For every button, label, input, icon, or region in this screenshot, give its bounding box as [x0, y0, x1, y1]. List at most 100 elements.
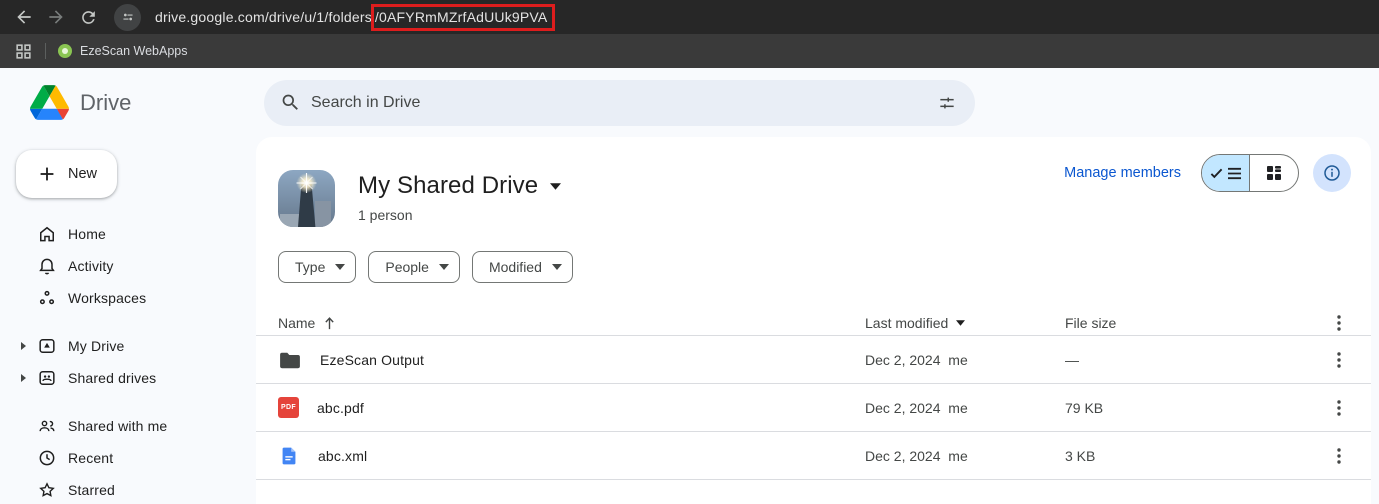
file-size: 3 KB: [1065, 448, 1315, 464]
chip-label: Type: [295, 259, 325, 275]
sidebar-item-activity[interactable]: Activity: [0, 250, 256, 282]
details-info-button[interactable]: [1313, 154, 1351, 192]
star-icon: [36, 480, 58, 500]
file-modified: Dec 2, 2024 me: [865, 352, 1065, 368]
sidebar: New Home Activity: [0, 137, 256, 504]
page-title: My Shared Drive: [358, 172, 538, 200]
reload-icon[interactable]: [74, 3, 102, 31]
manage-members-link[interactable]: Manage members: [1064, 165, 1181, 181]
file-name: abc.pdf: [317, 400, 364, 416]
site-info-icon[interactable]: [114, 4, 141, 31]
filter-chip-modified[interactable]: Modified: [472, 251, 573, 283]
list-view-button[interactable]: [1202, 155, 1250, 191]
table-options-kebab-icon[interactable]: [1321, 305, 1357, 341]
ezescan-favicon: [58, 44, 72, 58]
clock-icon: [36, 448, 58, 468]
view-toggle: [1201, 154, 1299, 192]
url-folder-id-highlight: /0AFYRmMZrfAdUUk9PVA: [371, 4, 556, 31]
members-count: 1 person: [358, 207, 561, 223]
file-name: abc.xml: [318, 448, 367, 464]
sidebar-item-label: Shared with me: [68, 418, 167, 434]
search-input[interactable]: [311, 94, 917, 112]
file-size: 79 KB: [1065, 400, 1315, 416]
column-label: File size: [1065, 315, 1116, 331]
sort-ascending-icon: [323, 316, 336, 330]
folder-icon: [278, 348, 302, 372]
file-row-ezescan-output[interactable]: EzeScan Output Dec 2, 2024 me —: [256, 336, 1371, 384]
drive-app: Drive New: [0, 68, 1379, 504]
new-button-label: New: [68, 166, 97, 182]
people-icon: [36, 416, 58, 436]
apps-grid-icon[interactable]: [14, 42, 33, 61]
column-header-size[interactable]: File size: [1065, 315, 1315, 331]
bookmarks-bar: EzeScan WebApps: [0, 34, 1379, 68]
new-button[interactable]: New: [16, 150, 117, 198]
drive-title-menu[interactable]: My Shared Drive: [358, 172, 561, 200]
url-folder-id: /0AFYRmMZrfAdUUk9PVA: [375, 9, 548, 25]
check-icon: [1210, 167, 1223, 180]
row-kebab-icon[interactable]: [1321, 342, 1357, 378]
filter-chips: Type People Modified: [278, 251, 1371, 283]
file-row-abc-xml[interactable]: abc.xml Dec 2, 2024 me 3 KB: [256, 432, 1371, 480]
shared-drive-avatar[interactable]: [278, 170, 335, 227]
sidebar-item-label: Starred: [68, 482, 115, 498]
url-prefix: drive.google.com/drive/u/1/folders: [155, 9, 372, 25]
sidebar-item-label: Workspaces: [68, 290, 146, 306]
filter-chip-type[interactable]: Type: [278, 251, 356, 283]
search-filters-icon[interactable]: [927, 83, 967, 123]
title-block: My Shared Drive 1 person: [358, 170, 561, 223]
content-card: My Shared Drive 1 person Manage members: [256, 137, 1371, 504]
sidebar-item-shared-drives[interactable]: Shared drives: [0, 362, 256, 394]
row-kebab-icon[interactable]: [1321, 438, 1357, 474]
chevron-down-icon: [439, 264, 449, 270]
grid-view-button[interactable]: [1250, 155, 1298, 191]
sidebar-item-home[interactable]: Home: [0, 218, 256, 250]
app-header: Drive: [0, 68, 1379, 137]
bookmark-label: EzeScan WebApps: [80, 44, 187, 58]
sidebar-item-recent[interactable]: Recent: [0, 442, 256, 474]
chevron-down-icon: [335, 264, 345, 270]
sidebar-item-workspaces[interactable]: Workspaces: [0, 282, 256, 314]
expand-caret-icon[interactable]: [19, 342, 27, 350]
file-size: —: [1065, 352, 1315, 368]
bookmarks-separator: [45, 43, 46, 59]
home-icon: [36, 224, 58, 244]
drive-logo-block[interactable]: Drive: [0, 85, 256, 120]
sort-caret-icon: [956, 320, 965, 326]
table-header: Name Last modified File size: [256, 305, 1371, 336]
column-header-name[interactable]: Name: [278, 315, 865, 331]
shared-drives-icon: [36, 368, 58, 388]
chip-label: People: [385, 259, 429, 275]
pdf-icon: PDF: [278, 397, 299, 418]
filter-chip-people[interactable]: People: [368, 251, 460, 283]
bell-icon: [36, 256, 58, 276]
browser-toolbar: drive.google.com/drive/u/1/folders/0AFYR…: [0, 0, 1379, 34]
expand-caret-icon[interactable]: [19, 374, 27, 382]
forward-icon[interactable]: [42, 3, 70, 31]
sidebar-item-label: Recent: [68, 450, 113, 466]
sidebar-item-starred[interactable]: Starred: [0, 474, 256, 504]
header-controls: Manage members: [1064, 154, 1351, 192]
workspaces-icon: [36, 288, 58, 308]
file-modified: Dec 2, 2024 me: [865, 448, 1065, 464]
sidebar-item-my-drive[interactable]: My Drive: [0, 330, 256, 362]
list-icon: [1227, 167, 1242, 180]
xml-file-icon: [278, 445, 300, 467]
column-label: Name: [278, 315, 315, 331]
row-kebab-icon[interactable]: [1321, 390, 1357, 426]
bookmark-ezescan[interactable]: EzeScan WebApps: [58, 44, 187, 58]
back-icon[interactable]: [10, 3, 38, 31]
title-caret-icon: [550, 183, 561, 190]
search-icon: [280, 92, 301, 113]
my-drive-icon: [36, 336, 58, 356]
file-table: Name Last modified File size: [256, 305, 1371, 480]
chip-label: Modified: [489, 259, 542, 275]
sidebar-item-shared-with-me[interactable]: Shared with me: [0, 410, 256, 442]
plus-icon: [36, 163, 58, 185]
file-modified: Dec 2, 2024 me: [865, 400, 1065, 416]
file-row-abc-pdf[interactable]: PDF abc.pdf Dec 2, 2024 me 79 KB: [256, 384, 1371, 432]
drive-logo-icon: [30, 85, 69, 120]
address-bar[interactable]: drive.google.com/drive/u/1/folders/0AFYR…: [155, 4, 555, 31]
column-header-modified[interactable]: Last modified: [865, 315, 1065, 331]
search-bar[interactable]: [264, 80, 975, 126]
